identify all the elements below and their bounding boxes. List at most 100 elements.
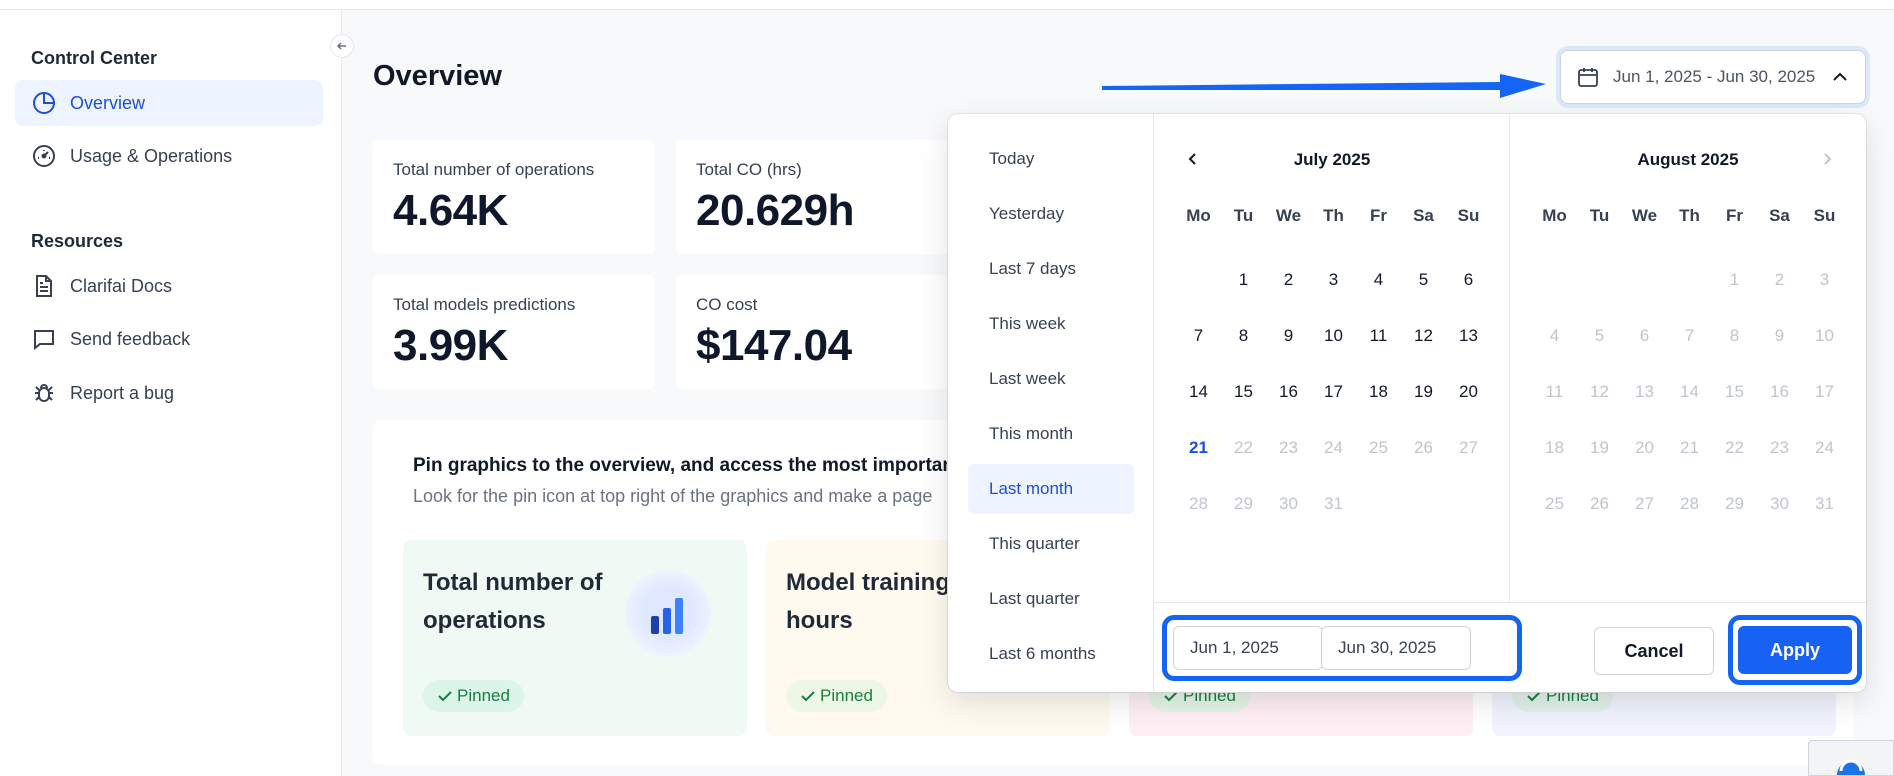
calendar-day[interactable]: 22 — [1712, 438, 1757, 458]
calendar-day[interactable]: 26 — [1577, 494, 1622, 514]
calendar-day[interactable]: 14 — [1667, 382, 1712, 402]
stat-label: Total number of operations — [393, 160, 595, 179]
calendar-day[interactable]: 26 — [1401, 438, 1446, 458]
calendar-day[interactable]: 29 — [1221, 494, 1266, 514]
cancel-button[interactable]: Cancel — [1594, 627, 1714, 675]
calendar-day[interactable]: 1 — [1221, 270, 1266, 290]
calendar-day[interactable]: 10 — [1311, 326, 1356, 346]
calendar-day[interactable]: 27 — [1446, 438, 1491, 458]
preset-last-week[interactable]: Last week — [968, 354, 1134, 404]
calendar-day[interactable]: 28 — [1667, 494, 1712, 514]
calendar-day[interactable]: 31 — [1802, 494, 1847, 514]
sidebar-item-overview[interactable]: Overview — [15, 80, 323, 126]
calendar-day[interactable]: 21 — [1667, 438, 1712, 458]
collapse-sidebar-button[interactable] — [330, 34, 354, 58]
preset-last-month[interactable]: Last month — [968, 464, 1134, 514]
calendar-day[interactable]: 30 — [1757, 494, 1802, 514]
calendar-day[interactable]: 21 — [1176, 438, 1221, 458]
sidebar-item-send-feedback[interactable]: Send feedback — [15, 316, 323, 362]
calendar-day[interactable]: 7 — [1176, 326, 1221, 346]
calendar-day[interactable]: 17 — [1311, 382, 1356, 402]
next-month-button[interactable] — [1820, 150, 1834, 171]
preset-this-week[interactable]: This week — [968, 299, 1134, 349]
preset-this-month[interactable]: This month — [968, 409, 1134, 459]
end-date-input[interactable]: Jun 30, 2025 — [1321, 626, 1471, 670]
calendar-day[interactable]: 2 — [1266, 270, 1311, 290]
calendar-day[interactable]: 1 — [1712, 270, 1757, 290]
calendar-day[interactable]: 3 — [1802, 270, 1847, 290]
calendar-day[interactable]: 3 — [1311, 270, 1356, 290]
sidebar-item-usage[interactable]: Usage & Operations — [15, 133, 323, 179]
calendar-day[interactable]: 16 — [1757, 382, 1802, 402]
preset-last-7-days[interactable]: Last 7 days — [968, 244, 1134, 294]
pinned-badge[interactable]: Pinned — [786, 680, 887, 712]
calendar-day[interactable]: 22 — [1221, 438, 1266, 458]
calendar-day[interactable]: 8 — [1712, 326, 1757, 346]
start-date-input[interactable]: Jun 1, 2025 — [1173, 626, 1323, 670]
apply-highlight: Apply — [1728, 615, 1862, 685]
calendar-day[interactable]: 4 — [1356, 270, 1401, 290]
calendar-july: July 2025 Mo Tu We Th Fr Sa Su 1 2 3 4 5 6 7 8 9 10 11 12 1… — [1154, 114, 1510, 602]
calendar-day[interactable]: 10 — [1802, 326, 1847, 346]
calendar-day[interactable]: 5 — [1401, 270, 1446, 290]
calendar-day[interactable]: 18 — [1532, 438, 1577, 458]
calendar-day[interactable]: 15 — [1221, 382, 1266, 402]
calendar-day[interactable]: 2 — [1757, 270, 1802, 290]
preset-this-quarter[interactable]: This quarter — [968, 519, 1134, 569]
pinned-badge[interactable]: Pinned — [423, 680, 524, 712]
calendar-day[interactable]: 25 — [1356, 438, 1401, 458]
calendar-day[interactable]: 7 — [1667, 326, 1712, 346]
calendar-day[interactable]: 12 — [1401, 326, 1446, 346]
calendar-day[interactable]: 19 — [1577, 438, 1622, 458]
calendar-day[interactable]: 12 — [1577, 382, 1622, 402]
calendar-day[interactable]: 11 — [1532, 382, 1577, 402]
calendar-day[interactable]: 24 — [1802, 438, 1847, 458]
calendar-day[interactable]: 30 — [1266, 494, 1311, 514]
calendar-day[interactable]: 4 — [1532, 326, 1577, 346]
calendar-day[interactable]: 25 — [1532, 494, 1577, 514]
calendar-day[interactable]: 13 — [1446, 326, 1491, 346]
apply-button[interactable]: Apply — [1738, 626, 1852, 674]
sidebar-item-report-bug[interactable]: Report a bug — [15, 370, 323, 416]
date-range-button[interactable]: Jun 1, 2025 - Jun 30, 2025 — [1560, 50, 1866, 104]
calendar-day[interactable]: 15 — [1712, 382, 1757, 402]
calendar-day[interactable]: 27 — [1622, 494, 1667, 514]
calendar-day[interactable]: 23 — [1757, 438, 1802, 458]
sidebar-item-label: Send feedback — [70, 328, 191, 349]
calendar-day[interactable]: 23 — [1266, 438, 1311, 458]
calendar-day[interactable]: 16 — [1266, 382, 1311, 402]
panel-title: Pin graphics to the overview, and access… — [413, 455, 954, 476]
calendar-day[interactable]: 5 — [1577, 326, 1622, 346]
calendar-day[interactable]: 9 — [1757, 326, 1802, 346]
calendar-day[interactable]: 24 — [1311, 438, 1356, 458]
annotation-arrow — [1102, 74, 1546, 98]
date-range-label: Jun 1, 2025 - Jun 30, 2025 — [1613, 67, 1816, 86]
preset-today[interactable]: Today — [968, 134, 1134, 184]
preset-last-quarter[interactable]: Last quarter — [968, 574, 1134, 624]
pinned-card[interactable]: Total number of operations Pinned — [403, 540, 747, 736]
calendar-day[interactable]: 18 — [1356, 382, 1401, 402]
calendar-day[interactable]: 20 — [1446, 382, 1491, 402]
calendar-day[interactable]: 29 — [1712, 494, 1757, 514]
calendar-day[interactable]: 6 — [1622, 326, 1667, 346]
control-center-heading: Control Center — [31, 48, 157, 68]
calendar-day[interactable]: 8 — [1221, 326, 1266, 346]
calendar-day[interactable]: 17 — [1802, 382, 1847, 402]
calendar-day[interactable]: 19 — [1401, 382, 1446, 402]
sidebar-item-clarifai-docs[interactable]: Clarifai Docs — [15, 263, 323, 309]
preset-yesterday[interactable]: Yesterday — [968, 189, 1134, 239]
calendar-day[interactable]: 14 — [1176, 382, 1221, 402]
calendar-day[interactable]: 11 — [1356, 326, 1401, 346]
preset-last-6-months[interactable]: Last 6 months — [968, 629, 1134, 679]
calendar-day[interactable]: 6 — [1446, 270, 1491, 290]
sidebar-item-label: Usage & Operations — [70, 145, 233, 166]
calendar-day[interactable]: 9 — [1266, 326, 1311, 346]
bug-icon — [31, 380, 57, 406]
calendar-day[interactable]: 20 — [1622, 438, 1667, 458]
calendar-day[interactable]: 28 — [1176, 494, 1221, 514]
recaptcha-badge[interactable] — [1808, 740, 1894, 776]
stat-label: Total models predictions — [393, 295, 576, 314]
stat-value: 3.99K — [393, 321, 508, 370]
calendar-day[interactable]: 13 — [1622, 382, 1667, 402]
calendar-day[interactable]: 31 — [1311, 494, 1356, 514]
